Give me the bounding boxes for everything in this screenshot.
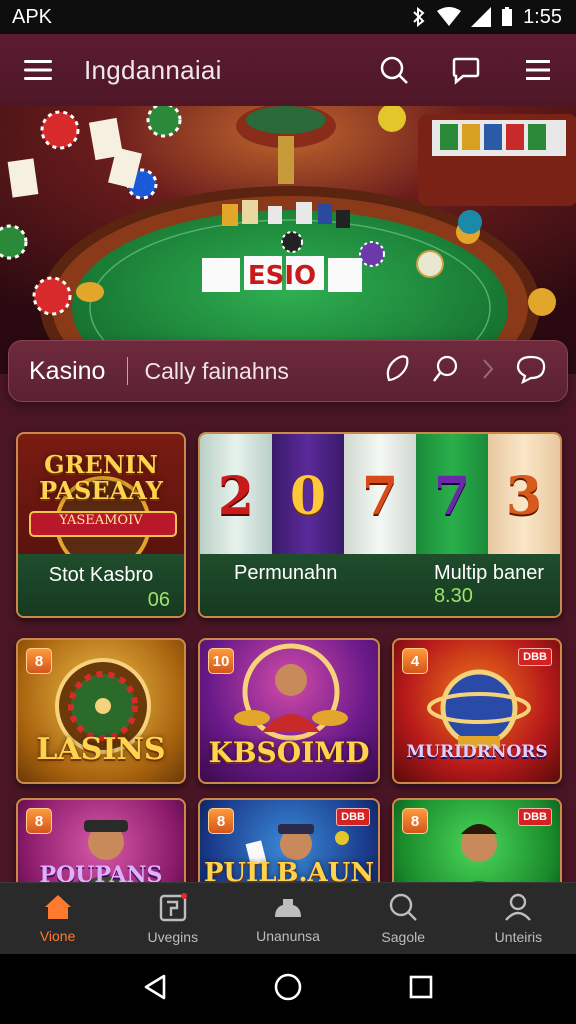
game-tile-title: KBSOIMD [208, 736, 370, 769]
category-divider [127, 357, 129, 385]
game-tile-tag: DBB [518, 648, 552, 666]
game-tile-badge: 8 [208, 808, 234, 834]
featured-card-title-line2: PASEAAY [39, 476, 163, 505]
signal-icon [471, 7, 492, 27]
more-menu-icon[interactable] [520, 52, 556, 88]
system-navigation-bar [0, 954, 576, 1024]
game-tile[interactable]: 4 DBB MURIDRNORS [392, 638, 562, 784]
game-tile-badge: 8 [26, 648, 52, 674]
game-tile-tag: DBB [336, 808, 370, 826]
search-icon[interactable] [376, 52, 412, 88]
nav-item-gift[interactable]: Uvegins [115, 883, 230, 954]
chat-icon[interactable] [448, 52, 484, 88]
hero-banner[interactable]: ESIO [0, 106, 576, 374]
reel-symbol-5: 3 [505, 465, 543, 527]
featured-card-reels[interactable]: 2 0 7 7 3 Permunahn Multip baner 8.30 [198, 432, 562, 618]
reel-symbol-1: 2 [217, 465, 255, 527]
reel-symbol-4: 7 [433, 465, 471, 527]
game-tile-badge: 10 [208, 648, 234, 674]
nav-item-label: Uvegins [147, 929, 199, 945]
recents-icon[interactable] [408, 974, 434, 1005]
status-time: 1:55 [523, 5, 562, 28]
reel-4: 7 [416, 434, 488, 558]
status-left-label: APK [12, 5, 53, 28]
featured-card-value: 06 [147, 589, 170, 611]
game-tile-badge: 4 [402, 648, 428, 674]
battery-icon [501, 7, 513, 27]
game-tile-title: MURIDRNORS [406, 742, 548, 762]
app-bar: Ingdannaiai [0, 34, 576, 106]
nav-item-label: Unteiris [494, 929, 543, 945]
reel-symbol-2: 0 [289, 465, 327, 527]
chat-bubble-icon[interactable] [515, 354, 547, 389]
game-tile-tag: DBB [518, 808, 552, 826]
reel-3: 7 [344, 434, 416, 558]
nav-item-search[interactable]: Sagole [346, 883, 461, 954]
table-text: ESIO [248, 261, 316, 291]
nav-item-label: Unanunsa [256, 928, 320, 944]
game-tile-title: LASINS [36, 732, 166, 767]
featured-card-label: Stot Kasbro [48, 564, 154, 586]
status-bar: APK 1:55 [0, 0, 576, 34]
gift-icon [158, 892, 188, 925]
wifi-icon [437, 7, 462, 27]
magnifier-icon[interactable] [431, 354, 461, 389]
reel-2: 0 [272, 434, 344, 558]
nav-item-label: Sagole [381, 929, 425, 945]
casino-table-illustration: ESIO [0, 106, 576, 374]
reel-1: 2 [200, 434, 272, 558]
leaf-icon[interactable] [383, 354, 411, 389]
chips-icon [271, 893, 305, 924]
game-tile[interactable]: 10 KBSOIMD [198, 638, 380, 784]
featured-card-right: Multip baner 8.30 [434, 562, 544, 616]
bottom-navigation: Vione Uvegins Unanunsa Sagole Unteiris [0, 882, 576, 954]
featured-card-value-right: 8.30 [433, 585, 473, 607]
search-icon [388, 892, 418, 925]
featured-card-label-right: Multip baner [433, 562, 544, 584]
featured-card-ribbon: YASEAMOIV [59, 513, 143, 528]
home-icon [43, 893, 73, 924]
status-icons: 1:55 [411, 6, 562, 29]
back-icon[interactable] [142, 973, 168, 1006]
featured-card-footer: Stot Kasbro 06 [18, 554, 184, 616]
featured-card-slot[interactable]: GRENIN PASEAAY YASEAMOIV Stot Kasbro 06 [16, 432, 186, 618]
bluetooth-icon [411, 7, 427, 27]
category-bar: Kasino Cally fainahns [8, 340, 568, 402]
game-tile-badge: 8 [26, 808, 52, 834]
nav-item-home[interactable]: Vione [0, 883, 115, 954]
reel-5: 3 [488, 434, 560, 558]
featured-card-label: Permunahn [234, 562, 338, 584]
category-title[interactable]: Kasino [29, 357, 105, 386]
category-subtitle[interactable]: Cally fainahns [144, 358, 288, 385]
app-title: Ingdannaiai [84, 54, 222, 85]
nav-item-chips[interactable]: Unanunsa [230, 883, 345, 954]
game-tile[interactable]: 8 LASINS [16, 638, 186, 784]
featured-card-title-line1: GRENIN [44, 450, 158, 479]
nav-item-profile[interactable]: Unteiris [461, 883, 576, 954]
home-button-icon[interactable] [273, 972, 303, 1007]
reels-strip: 2 0 7 7 3 [200, 434, 560, 558]
nav-item-label: Vione [39, 928, 76, 944]
reel-symbol-3: 7 [361, 465, 399, 527]
chevron-right-icon[interactable] [481, 357, 495, 386]
profile-icon [503, 892, 533, 925]
featured-card-footer: Permunahn Multip baner 8.30 [200, 554, 560, 616]
game-tile-badge: 8 [402, 808, 428, 834]
hamburger-menu-icon[interactable] [20, 52, 56, 88]
